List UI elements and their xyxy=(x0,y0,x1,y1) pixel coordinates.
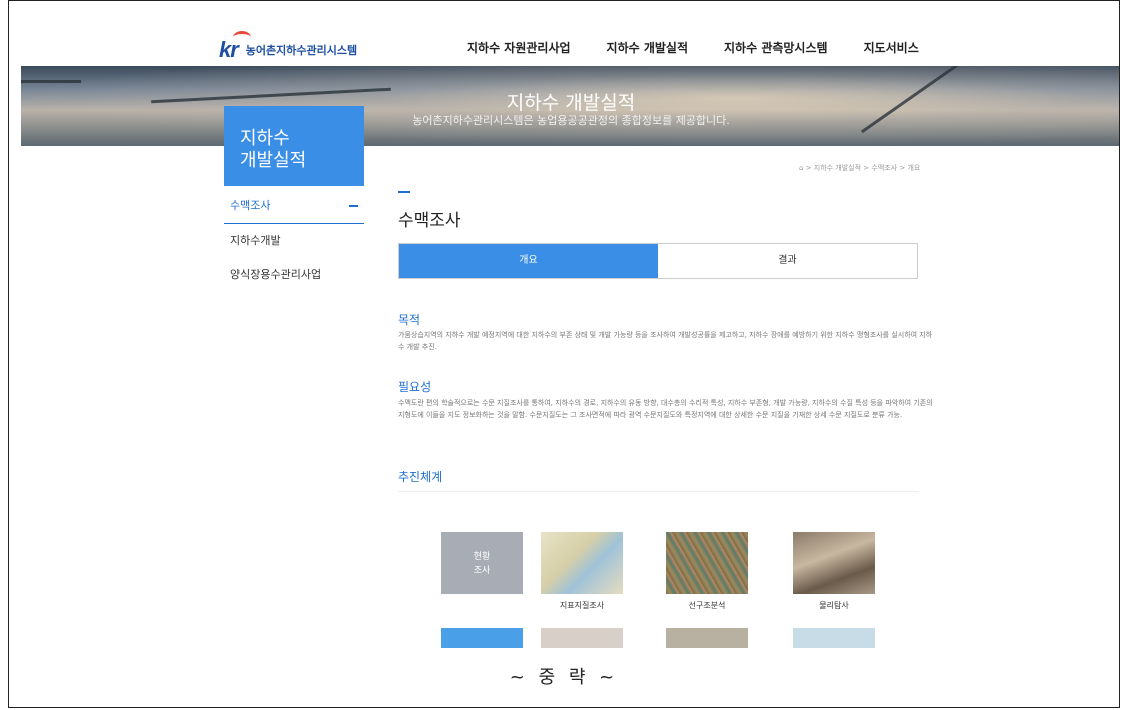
sidebar-item-label: 양식장용수관리사업 xyxy=(230,268,322,281)
sidebar-title-line1: 지하수 xyxy=(240,128,290,149)
sidebar-item-label: 수맥조사 xyxy=(230,199,271,212)
sidebar-item-survey[interactable]: 수맥조사 xyxy=(224,189,364,224)
gallery-caption: 물리탐사 xyxy=(819,601,849,610)
main-nav: 지하수 자원관리사업 지하수 개발실적 지하수 관측망시스템 지도서비스 xyxy=(467,39,955,56)
minus-icon xyxy=(349,205,358,207)
breadcrumb[interactable]: ⌂ > 지하수 개발실적 > 수맥조사 > 개요 xyxy=(799,163,920,173)
hero-rail xyxy=(21,80,81,83)
page-frame: kr 농어촌지하수관리시스템 지하수 자원관리사업 지하수 개발실적 지하수 관… xyxy=(8,0,1120,708)
gallery-thumb-partial xyxy=(441,628,523,648)
nav-item-map[interactable]: 지도서비스 xyxy=(864,39,919,56)
tab-bar: 개요 결과 xyxy=(398,243,918,279)
logo-swoosh-icon xyxy=(233,31,251,44)
logo-text: 농어촌지하수관리시스템 xyxy=(245,44,358,57)
tab-result[interactable]: 결과 xyxy=(658,244,917,278)
gallery-thumb-status[interactable]: 현황 조사 xyxy=(441,532,523,594)
section-body-purpose: 가뭄상습지역의 지하수 개발 예정지역에 대한 지하수의 부존 상태 및 개발 … xyxy=(398,331,933,351)
nav-item-resource[interactable]: 지하수 자원관리사업 xyxy=(467,39,571,56)
section-title-purpose: 목적 xyxy=(398,313,421,327)
gallery-thumb-partial xyxy=(793,628,875,648)
process-gallery: 현황 조사 지표지질조사 선구조분석 물리탐사 xyxy=(398,491,918,652)
gallery-thumb-survey-photo[interactable] xyxy=(793,532,875,594)
logo-mark: kr xyxy=(219,31,251,63)
gallery-thumb-map-image[interactable] xyxy=(541,532,623,594)
sidebar-item-groundwater-dev[interactable]: 지하수개발 xyxy=(224,224,364,258)
gallery-thumb-label: 조사 xyxy=(473,566,491,576)
nav-item-monitoring[interactable]: 지하수 관측망시스템 xyxy=(724,39,828,56)
tab-overview[interactable]: 개요 xyxy=(399,244,658,278)
gallery-thumb-partial xyxy=(666,628,748,648)
hero-subtitle: 농어촌지하수관리시스템은 농업용공공관정의 종합정보를 제공합니다. xyxy=(412,114,730,127)
site-header: kr 농어촌지하수관리시스템 지하수 자원관리사업 지하수 개발실적 지하수 관… xyxy=(9,1,1119,66)
gallery-caption: 선구조분석 xyxy=(688,601,726,610)
gallery-thumb-label: 현황 xyxy=(473,552,491,562)
omission-note: ~ 중 략 ~ xyxy=(509,667,619,688)
hero-banner: 지하수 개발실적 농어촌지하수관리시스템은 농업용공공관정의 종합정보를 제공합… xyxy=(21,66,1119,146)
sidebar-title-line2: 개발실적 xyxy=(240,150,307,171)
page-title: 수맥조사 xyxy=(398,211,461,231)
gallery-thumb-partial xyxy=(541,628,623,648)
section-title-necessity: 필요성 xyxy=(398,380,432,394)
hero-title: 지하수 개발실적 xyxy=(506,92,636,114)
site-logo[interactable]: kr 농어촌지하수관리시스템 xyxy=(219,31,358,63)
sidebar-menu: 수맥조사 지하수개발 양식장용수관리사업 xyxy=(224,189,364,292)
nav-item-development[interactable]: 지하수 개발실적 xyxy=(607,39,688,56)
title-accent xyxy=(398,191,410,193)
gallery-thumb-lineament-image[interactable] xyxy=(666,532,748,594)
sidebar-item-fish-farm[interactable]: 양식장용수관리사업 xyxy=(224,258,364,292)
section-title-process: 추진체계 xyxy=(398,470,443,484)
sidebar-item-label: 지하수개발 xyxy=(230,234,281,247)
section-body-necessity: 수맥도란 편의 학술적으로는 수문 지질조사를 통하여, 지하수의 경로, 지하… xyxy=(398,399,933,419)
gallery-caption: 지표지질조사 xyxy=(559,601,605,610)
sidebar-title-box: 지하수 개발실적 xyxy=(224,106,364,186)
